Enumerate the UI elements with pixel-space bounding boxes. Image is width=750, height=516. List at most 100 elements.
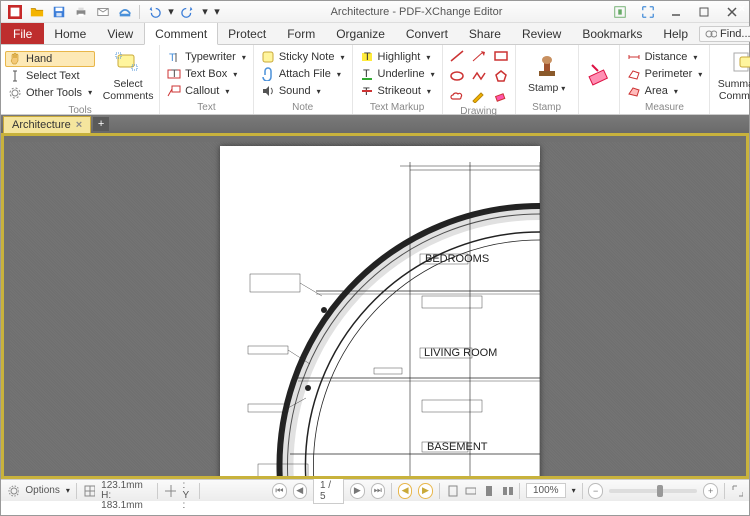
perimeter-button[interactable]: Perimeter▾	[624, 66, 706, 82]
last-page-button[interactable]: ⏭	[371, 483, 385, 499]
tab-view[interactable]: View	[97, 23, 144, 44]
other-tools-button[interactable]: Other Tools▾	[5, 85, 95, 101]
cloud-tool-icon[interactable]	[447, 87, 467, 105]
history-fwd-button[interactable]: ▶	[418, 483, 432, 499]
sticky-note-button[interactable]: Sticky Note▾	[258, 49, 348, 65]
redo-dropdown-icon[interactable]: ▾	[200, 3, 210, 21]
tab-file[interactable]: File	[1, 23, 44, 44]
attach-file-button[interactable]: Attach File▾	[258, 66, 348, 82]
prev-page-button[interactable]: ◀	[293, 483, 307, 499]
crosshair-icon	[164, 484, 176, 498]
strikeout-button[interactable]: TStrikeout▾	[357, 83, 438, 99]
group-manage: Summarize Comments Import Export Show▾ F…	[710, 45, 750, 114]
save-icon[interactable]	[49, 3, 69, 21]
dimensions-icon	[83, 484, 95, 498]
tab-organize[interactable]: Organize	[326, 23, 396, 44]
close-tab-icon[interactable]: ×	[76, 119, 82, 131]
other-tools-label: Other Tools	[26, 87, 82, 99]
maximize-icon[interactable]	[691, 3, 717, 21]
history-back-button[interactable]: ◀	[398, 483, 412, 499]
sticky-note-label: Sticky Note	[279, 51, 335, 63]
line-tool-icon[interactable]	[447, 47, 467, 65]
group-note: Sticky Note▾ Attach File▾ Sound▾ Note	[254, 45, 353, 114]
two-page-icon[interactable]	[501, 484, 513, 498]
undo-icon[interactable]	[144, 3, 164, 21]
find-button[interactable]: Find...	[699, 26, 750, 42]
app-icon[interactable]	[5, 3, 25, 21]
strikeout-icon: T	[360, 84, 374, 98]
panel-close-icon[interactable]: ×	[739, 3, 745, 15]
mail-icon[interactable]	[93, 3, 113, 21]
minimize-icon[interactable]	[663, 3, 689, 21]
typewriter-icon: T	[167, 50, 181, 64]
tab-protect[interactable]: Protect	[218, 23, 277, 44]
architectural-drawing: BEDROOMS LIVING ROOM BASEMENT	[220, 146, 540, 479]
fit-width-icon[interactable]	[464, 484, 476, 498]
pencil-tool-icon[interactable]	[469, 87, 489, 105]
zoom-slider[interactable]	[609, 489, 698, 493]
callout-button[interactable]: Callout▾	[164, 83, 249, 99]
options-gear-icon[interactable]	[7, 484, 19, 498]
tab-bookmarks[interactable]: Bookmarks	[572, 23, 653, 44]
fit-page-icon[interactable]	[446, 484, 458, 498]
polyline-tool-icon[interactable]	[469, 67, 489, 85]
undo-dropdown-icon[interactable]: ▾	[166, 3, 176, 21]
zoom-out-button[interactable]: −	[588, 483, 602, 499]
highlight-button[interactable]: THighlight▾	[357, 49, 438, 65]
redo-icon[interactable]	[178, 3, 198, 21]
single-page-icon[interactable]	[482, 484, 494, 498]
tab-share[interactable]: Share	[459, 23, 512, 44]
qat-dropdown-icon[interactable]: ▾	[212, 3, 222, 21]
tab-form[interactable]: Form	[277, 23, 326, 44]
options-button[interactable]: Options	[25, 485, 59, 496]
distance-button[interactable]: Distance▾	[624, 49, 706, 65]
zoom-in-button[interactable]: +	[703, 483, 717, 499]
select-comments-button[interactable]: Select Comments	[101, 47, 155, 104]
select-comments-label: Select Comments	[103, 79, 154, 102]
add-tab-button[interactable]: +	[93, 117, 109, 131]
group-text: TTypewriter▾ TText Box▾ Callout▾ Text	[160, 45, 254, 114]
window-controls	[607, 3, 749, 21]
tab-review[interactable]: Review	[512, 23, 572, 44]
tab-home[interactable]: Home	[44, 23, 97, 44]
group-stamp-label: Stamp	[520, 101, 574, 114]
hand-tool-button[interactable]: Hand	[5, 51, 95, 67]
underline-button[interactable]: TUnderline▾	[357, 66, 438, 82]
tab-help[interactable]: Help	[653, 23, 699, 44]
area-button[interactable]: Area▾	[624, 83, 706, 99]
document-tab[interactable]: Architecture ×	[3, 116, 91, 133]
eraser-large-icon[interactable]	[586, 61, 612, 87]
ui-toggle-icon[interactable]	[607, 3, 633, 21]
document-viewer[interactable]: BEDROOMS LIVING ROOM BASEMENT	[1, 133, 749, 479]
tab-comment[interactable]: Comment	[144, 23, 218, 45]
zoom-readout[interactable]: 100%	[526, 483, 566, 498]
tab-convert[interactable]: Convert	[396, 23, 459, 44]
first-page-button[interactable]: ⏮	[272, 483, 286, 499]
select-text-button[interactable]: Select Text	[5, 68, 95, 84]
zoom-thumb[interactable]	[657, 485, 663, 497]
summarize-button[interactable]: Summarize Comments	[714, 47, 750, 104]
eraser-tool-icon[interactable]	[491, 87, 511, 105]
svg-text:T: T	[171, 68, 178, 80]
next-page-button[interactable]: ▶	[350, 483, 364, 499]
title-bar: ▾ ▾ ▾ Architecture - PDF-XChange Editor	[1, 1, 749, 23]
fullscreen-icon[interactable]	[731, 484, 743, 498]
arrow-tool-icon[interactable]	[469, 47, 489, 65]
typewriter-button[interactable]: TTypewriter▾	[164, 49, 249, 65]
oval-tool-icon[interactable]	[447, 67, 467, 85]
sound-button[interactable]: Sound▾	[258, 83, 348, 99]
group-stamp: Stamp ▾ Stamp	[516, 45, 579, 114]
page-readout[interactable]: 1 / 5	[313, 478, 344, 504]
rect-tool-icon[interactable]	[491, 47, 511, 65]
print-icon[interactable]	[71, 3, 91, 21]
open-icon[interactable]	[27, 3, 47, 21]
gear-icon	[8, 86, 22, 100]
highlight-icon: T	[360, 50, 374, 64]
polygon-tool-icon[interactable]	[491, 67, 511, 85]
stamp-button[interactable]: Stamp ▾	[520, 47, 574, 101]
group-manage-label: Manage Comments	[714, 104, 750, 117]
scan-icon[interactable]	[115, 3, 135, 21]
document-tab-label: Architecture	[12, 119, 71, 131]
fit-icon[interactable]	[635, 3, 661, 21]
textbox-button[interactable]: TText Box▾	[164, 66, 249, 82]
